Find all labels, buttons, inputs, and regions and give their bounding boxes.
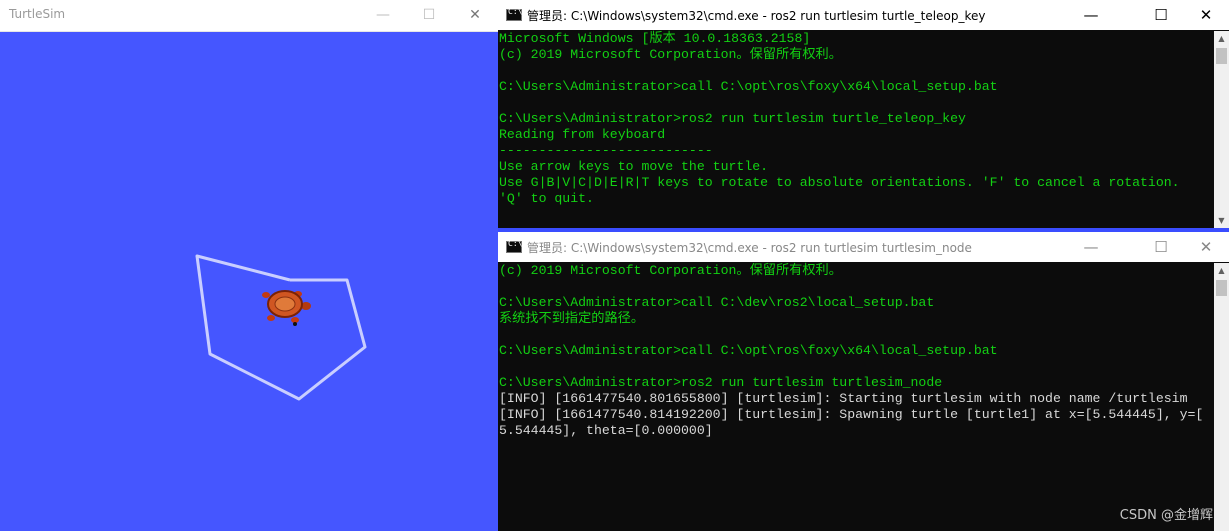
console-line: C:\Users\Administrator>call C:\dev\ros2\… [499, 295, 935, 310]
scrollbar-thumb[interactable] [1216, 280, 1227, 296]
console-line: 5.544445], theta=[0.000000] [499, 423, 713, 438]
cmd-icon: C:\ [506, 7, 522, 21]
console-line: Microsoft Windows [版本 10.0.18363.2158] [499, 31, 811, 46]
console-line: [INFO] [1661477540.814192200] [turtlesim… [499, 407, 1204, 422]
console-line: Use G|B|V|C|D|E|R|T keys to rotate to ab… [499, 175, 1180, 190]
minimize-icon[interactable]: — [1068, 0, 1114, 30]
console-output-teleop[interactable]: Microsoft Windows [版本 10.0.18363.2158] (c… [498, 31, 1214, 228]
maximize-icon[interactable]: ☐ [406, 2, 452, 28]
maximize-icon[interactable]: ☐ [1138, 232, 1184, 262]
cmd-window-node: C:\ 管理员: C:\Windows\system32\cmd.exe - r… [498, 232, 1229, 531]
console-line: Reading from keyboard [499, 127, 666, 142]
turtlesim-titlebar[interactable]: TurtleSim — ☐ ✕ [0, 0, 498, 32]
scroll-up-icon[interactable]: ▲ [1214, 263, 1229, 278]
turtlesim-window: TurtleSim — ☐ ✕ [0, 0, 498, 531]
turtlesim-title: TurtleSim [9, 7, 66, 21]
close-icon[interactable]: ✕ [1183, 232, 1229, 262]
cmd-title-node: 管理员: C:\Windows\system32\cmd.exe - ros2 … [527, 241, 972, 255]
console-line: C:\Users\Administrator>ros2 run turtlesi… [499, 375, 943, 390]
close-icon[interactable]: ✕ [452, 2, 498, 28]
cmd-titlebar-node[interactable]: C:\ 管理员: C:\Windows\system32\cmd.exe - r… [498, 232, 1229, 262]
watermark: CSDN @金增辉 [1119, 508, 1213, 523]
console-output-node[interactable]: (c) 2019 Microsoft Corporation。保留所有权利。 C:… [498, 263, 1214, 531]
turtle-trail-path [195, 254, 367, 401]
cmd-window-teleop: C:\ 管理员: C:\Windows\system32\cmd.exe - r… [498, 0, 1229, 228]
console-line: [INFO] [1661477540.801655800] [turtlesim… [499, 391, 1188, 406]
console-line: C:\Users\Administrator>ros2 run turtlesi… [499, 111, 966, 126]
scroll-down-icon[interactable]: ▼ [1214, 213, 1229, 228]
cmd-icon: C:\ [506, 239, 522, 253]
console-line: --------------------------- [499, 143, 713, 158]
console-line: (c) 2019 Microsoft Corporation。保留所有权利。 [499, 263, 842, 278]
close-icon[interactable]: ✕ [1183, 0, 1229, 30]
minimize-icon[interactable]: — [360, 2, 406, 28]
console-line: C:\Users\Administrator>call C:\opt\ros\f… [499, 343, 998, 358]
scrollbar-node[interactable]: ▲ [1214, 263, 1229, 531]
scroll-up-icon[interactable]: ▲ [1214, 31, 1229, 46]
maximize-icon[interactable]: ☐ [1138, 0, 1184, 30]
turtle-icon [262, 290, 311, 326]
scrollbar-thumb[interactable] [1216, 48, 1227, 64]
scrollbar-teleop[interactable]: ▲ ▼ [1214, 31, 1229, 228]
console-line: C:\Users\Administrator>call C:\opt\ros\f… [499, 79, 998, 94]
minimize-icon[interactable]: — [1068, 232, 1114, 262]
turtlesim-canvas [195, 254, 367, 401]
cmd-title-teleop: 管理员: C:\Windows\system32\cmd.exe - ros2 … [527, 9, 986, 23]
console-line: (c) 2019 Microsoft Corporation。保留所有权利。 [499, 47, 842, 62]
console-line: 系统找不到指定的路径。 [499, 311, 645, 326]
console-line: Use arrow keys to move the turtle. [499, 159, 769, 174]
cmd-titlebar-teleop[interactable]: C:\ 管理员: C:\Windows\system32\cmd.exe - r… [498, 0, 1229, 30]
console-line: 'Q' to quit. [499, 191, 594, 206]
